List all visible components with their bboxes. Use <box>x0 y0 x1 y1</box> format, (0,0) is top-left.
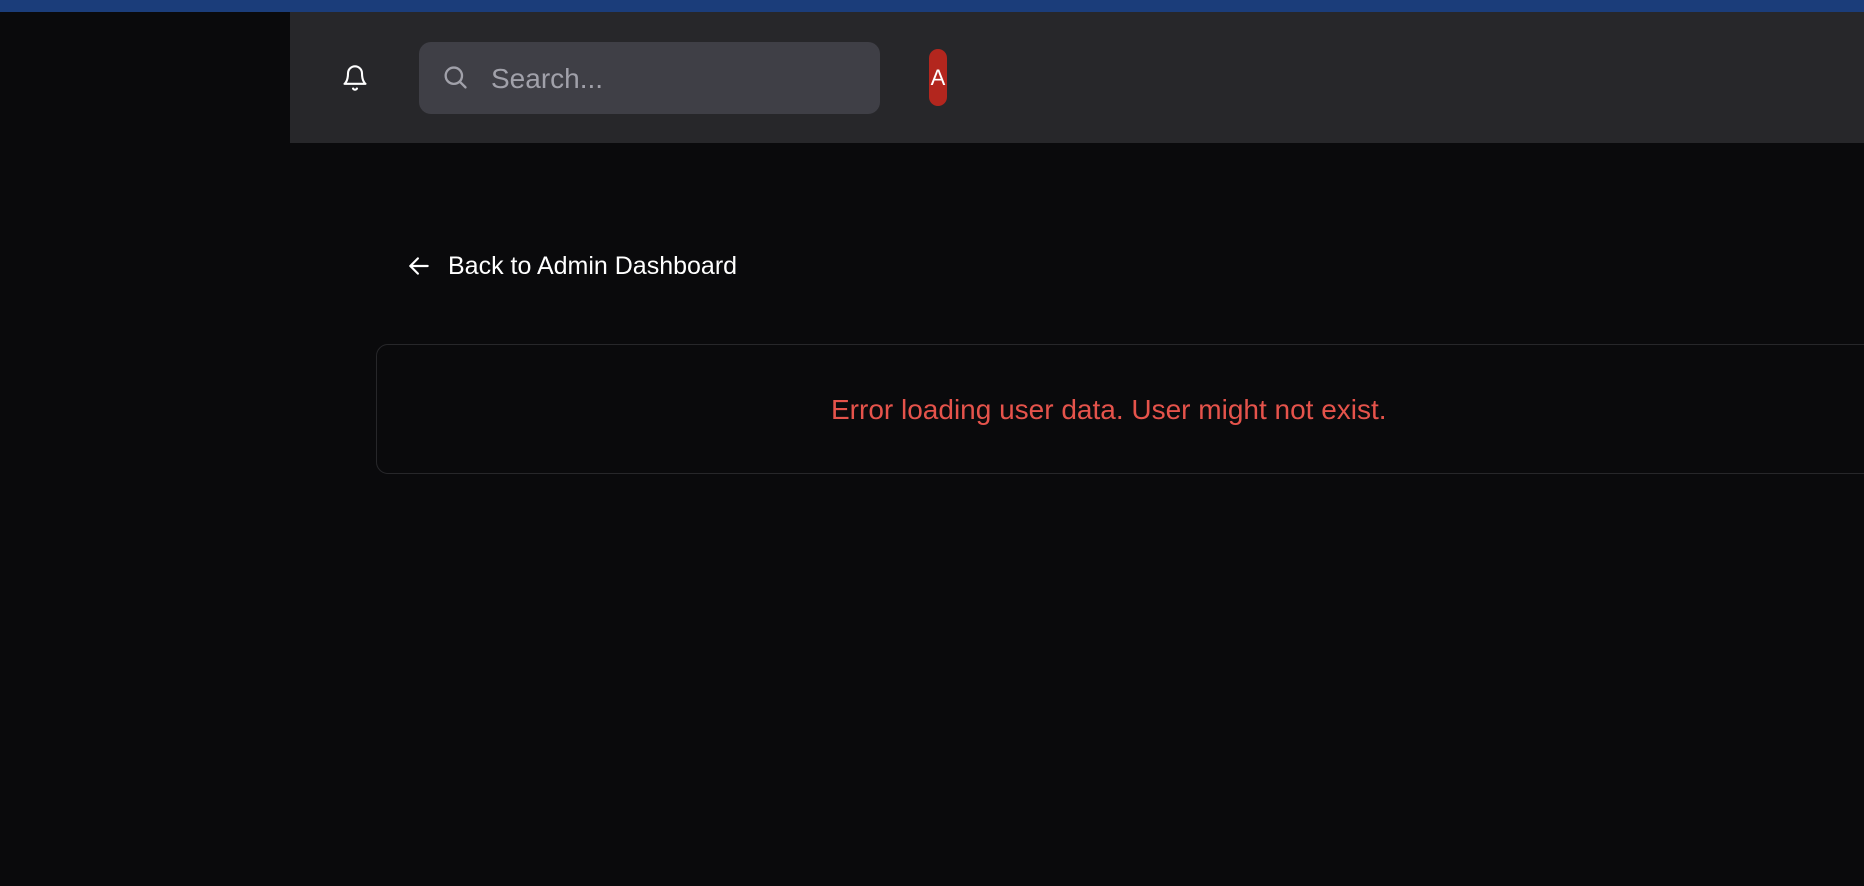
user-avatar-button[interactable]: A <box>929 49 947 106</box>
browser-top-strip <box>0 0 1864 12</box>
notifications-button[interactable] <box>340 63 370 93</box>
arrow-left-icon <box>409 257 429 275</box>
search-icon <box>444 66 467 89</box>
bell-icon <box>343 64 367 91</box>
avatar-initial: A <box>930 64 946 90</box>
back-to-admin-dashboard-link[interactable]: Back to Admin Dashboard <box>406 246 737 286</box>
search-input[interactable] <box>489 42 873 116</box>
error-card: Error loading user data. User might not … <box>376 344 1864 474</box>
search-box[interactable] <box>419 42 880 116</box>
error-message: Error loading user data. User might not … <box>831 394 1387 425</box>
sidebar <box>0 12 290 886</box>
back-link-label: Back to Admin Dashboard <box>448 251 738 280</box>
page: A Back to Admin Dashboard Error loading … <box>0 0 1864 886</box>
top-header: A <box>290 12 1864 143</box>
